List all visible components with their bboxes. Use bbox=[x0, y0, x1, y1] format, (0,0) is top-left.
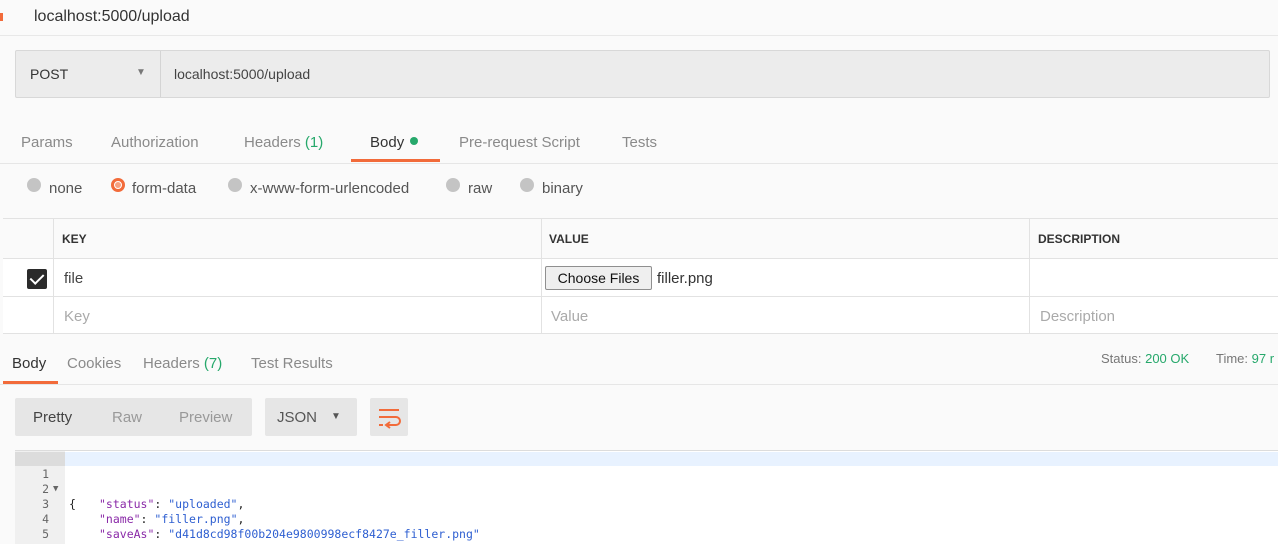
tab-label: Authorization bbox=[111, 134, 199, 151]
response-tab-body[interactable]: Body bbox=[12, 355, 46, 372]
status-value: 200 OK bbox=[1145, 351, 1190, 366]
row-key-cell[interactable]: file bbox=[54, 259, 542, 296]
selected-file-name: filler.png bbox=[657, 270, 713, 287]
radio-label-urlencoded[interactable]: x-www-form-urlencoded bbox=[250, 180, 409, 197]
radio-raw[interactable] bbox=[446, 178, 460, 192]
tab-label: Params bbox=[21, 134, 73, 151]
response-body-viewer[interactable]: 1 ▼ { 2 "status": "uploaded", 3 "name": … bbox=[15, 450, 1278, 544]
radio-label-raw[interactable]: raw bbox=[468, 180, 492, 197]
request-tabs: Params Authorization Headers (1) Body Pr… bbox=[0, 118, 1278, 164]
body-type-selector: none form-data x-www-form-urlencoded raw… bbox=[0, 164, 1278, 218]
radio-label-none[interactable]: none bbox=[49, 180, 82, 197]
row-key-text: file bbox=[64, 270, 84, 287]
active-response-tab-underline bbox=[3, 381, 58, 384]
header-cell-key: KEY bbox=[54, 219, 542, 258]
table-header-row: KEY VALUE DESCRIPTION bbox=[3, 219, 1278, 259]
tab-label: Body bbox=[370, 134, 405, 151]
choose-files-button[interactable]: Choose Files bbox=[545, 266, 652, 290]
value-placeholder: Value bbox=[551, 308, 589, 325]
radio-label-form-data[interactable]: form-data bbox=[132, 180, 196, 197]
tab-label: Tests bbox=[622, 134, 658, 151]
json-sep: : bbox=[154, 527, 169, 541]
tab-label: Headers bbox=[244, 134, 301, 151]
request-tab-strip: localhost:5000/upload bbox=[0, 0, 1278, 36]
wrap-lines-button[interactable] bbox=[370, 398, 408, 436]
response-tab-cookies[interactable]: Cookies bbox=[67, 355, 121, 372]
url-input[interactable]: localhost:5000/upload bbox=[174, 66, 310, 82]
key-placeholder: Key bbox=[64, 308, 90, 325]
time-value: 97 r bbox=[1251, 351, 1275, 366]
tab-count: (7) bbox=[203, 355, 223, 372]
tab-unsaved-marker bbox=[0, 13, 3, 21]
radio-label-binary[interactable]: binary bbox=[542, 180, 583, 197]
chevron-down-icon: ▼ bbox=[136, 67, 146, 78]
response-tab-test-results[interactable]: Test Results bbox=[251, 355, 333, 372]
request-tab-title[interactable]: localhost:5000/upload bbox=[34, 8, 190, 26]
url-bar: POST ▼ localhost:5000/upload bbox=[15, 50, 1270, 98]
radio-form-data[interactable] bbox=[111, 178, 125, 192]
column-header-key: KEY bbox=[62, 232, 87, 246]
response-tab-headers[interactable]: Headers (7) bbox=[143, 355, 222, 372]
code-line: 5 } bbox=[15, 512, 1278, 544]
view-raw[interactable]: Raw bbox=[112, 409, 142, 426]
json-key: "saveAs" bbox=[99, 527, 155, 541]
response-time: Time: 97 r bbox=[1216, 351, 1274, 366]
new-value-input[interactable]: Value bbox=[542, 297, 1030, 333]
radio-none[interactable] bbox=[27, 178, 41, 192]
active-tab-underline bbox=[351, 159, 440, 162]
column-header-description: DESCRIPTION bbox=[1038, 232, 1121, 246]
tab-label: Pre-request Script bbox=[459, 134, 580, 151]
header-cell-check bbox=[3, 219, 54, 258]
row-check-cell bbox=[3, 297, 54, 333]
response-tabs: Body Cookies Headers (7) Test Results St… bbox=[0, 333, 1278, 385]
radio-urlencoded[interactable] bbox=[228, 178, 242, 192]
row-check-cell bbox=[3, 259, 54, 296]
view-preview[interactable]: Preview bbox=[179, 409, 232, 426]
code-text: "saveAs": "d41d8cd98f00b204e9800998ecf84… bbox=[99, 527, 480, 542]
format-select[interactable]: JSON ▼ bbox=[265, 398, 357, 436]
description-placeholder[interactable]: Description bbox=[1040, 308, 1115, 325]
body-indicator-dot bbox=[410, 137, 419, 145]
code-line: 1 ▼ { bbox=[15, 452, 1278, 511]
response-status: Status: 200 OK bbox=[1101, 351, 1189, 366]
format-label: JSON bbox=[277, 409, 318, 426]
code-line: 4 "saveAs": "d41d8cd98f00b204e9800998ecf… bbox=[15, 497, 1278, 541]
tab-params[interactable]: Params bbox=[21, 134, 73, 151]
header-cell-value: VALUE bbox=[542, 219, 1030, 258]
view-mode-segmented: Pretty Raw Preview bbox=[15, 398, 252, 436]
code-line: 2 "status": "uploaded", bbox=[15, 467, 1278, 511]
line-number: 5 bbox=[42, 527, 49, 541]
new-key-input[interactable]: Key bbox=[54, 297, 542, 333]
method-label: POST bbox=[30, 66, 69, 82]
json-value: "d41d8cd98f00b204e9800998ecf8427e_filler… bbox=[168, 527, 480, 541]
tab-headers[interactable]: Headers (1) bbox=[244, 134, 323, 151]
status-label: Status: bbox=[1101, 351, 1142, 366]
time-label: Time: bbox=[1216, 351, 1249, 366]
tab-authorization[interactable]: Authorization bbox=[111, 134, 199, 151]
table-row: file Choose Files filler.png bbox=[3, 259, 1278, 297]
tab-pre-request-script[interactable]: Pre-request Script bbox=[459, 134, 580, 151]
code-line: 3 "name": "filler.png", bbox=[15, 482, 1278, 526]
tab-tests[interactable]: Tests bbox=[622, 134, 657, 151]
view-pretty[interactable]: Pretty bbox=[33, 409, 72, 426]
table-row-empty: Key Value Description bbox=[3, 297, 1278, 334]
wrap-lines-icon bbox=[379, 409, 401, 429]
chevron-down-icon: ▼ bbox=[331, 411, 341, 422]
method-select[interactable]: POST ▼ bbox=[16, 51, 161, 97]
tab-label: Headers bbox=[143, 355, 200, 372]
tab-count: (1) bbox=[304, 134, 324, 151]
form-data-table: KEY VALUE DESCRIPTION file Choose Files … bbox=[3, 218, 1278, 334]
radio-binary[interactable] bbox=[520, 178, 534, 192]
row-enabled-checkbox[interactable] bbox=[27, 269, 47, 289]
column-header-value: VALUE bbox=[549, 232, 589, 246]
tab-body[interactable]: Body bbox=[370, 134, 419, 151]
